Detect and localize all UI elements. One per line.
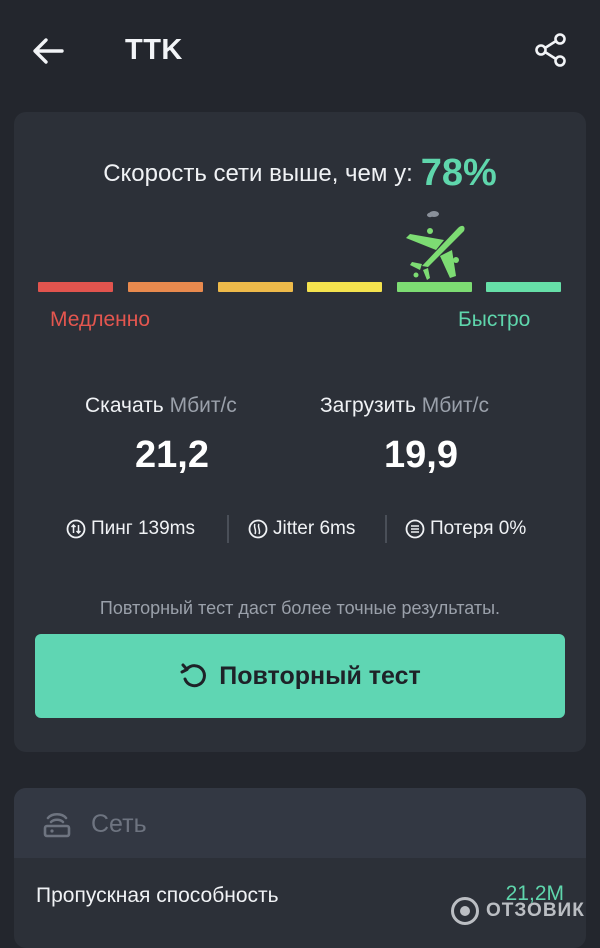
download-value: 21,2 — [135, 434, 209, 476]
upload-value: 19,9 — [384, 434, 458, 476]
speed-segment-1 — [38, 282, 113, 292]
plane-icon — [406, 211, 465, 280]
ping-text: Пинг 139ms — [91, 518, 195, 539]
upload-unit: Мбит/с — [421, 394, 489, 417]
network-title: Сеть — [91, 810, 147, 838]
slow-label: Медленно — [50, 308, 151, 331]
router-icon — [43, 812, 71, 838]
speed-percent: 78% — [420, 152, 497, 194]
loss-text: Потеря 0% — [430, 518, 527, 539]
ping-stat: Пинг 139ms — [66, 518, 195, 540]
network-card-header: Сеть — [14, 788, 586, 858]
download-unit: Мбит/с — [169, 394, 237, 417]
back-arrow-icon[interactable] — [30, 33, 66, 69]
speed-headline-text: Скорость сети выше, чем у: — [103, 160, 413, 187]
bandwidth-label: Пропускная способность — [36, 884, 279, 907]
share-icon[interactable] — [532, 31, 570, 69]
ping-icon — [66, 519, 86, 539]
retest-hint: Повторный тест даст более точные результ… — [99, 598, 501, 618]
refresh-icon — [180, 663, 207, 688]
speed-segment-3 — [218, 282, 293, 292]
stat-divider-1 — [227, 515, 229, 543]
fast-label: Быстро — [458, 308, 531, 331]
loss-stat: Потеря 0% — [405, 518, 526, 540]
page-title: TTK — [125, 34, 183, 66]
jitter-icon — [248, 519, 268, 539]
otzovik-watermark: ОТЗОВИК — [450, 896, 585, 926]
loss-icon — [405, 519, 425, 539]
speed-headline: Скорость сети выше, чем у: 78% — [14, 152, 586, 195]
jitter-stat: Jitter 6ms — [248, 518, 355, 540]
jitter-text: Jitter 6ms — [273, 518, 356, 539]
result-card: Скорость сети выше, чем у: 78% Медленно Б… — [14, 112, 586, 752]
retest-button[interactable]: Повторный тест — [35, 634, 565, 718]
watermark-logo-icon — [451, 897, 479, 925]
watermark-text: ОТЗОВИК — [486, 900, 585, 921]
speed-segment-2 — [128, 282, 203, 292]
top-bar: TTK — [0, 0, 600, 100]
upload-label: Загрузить Мбит/с — [320, 394, 489, 418]
speed-segment-6 — [486, 282, 561, 292]
speed-segment-5 — [397, 282, 472, 292]
upload-label-text: Загрузить — [320, 394, 416, 417]
stat-divider-2 — [385, 515, 387, 543]
download-label-text: Скачать — [85, 394, 164, 417]
retest-label: Повторный тест — [219, 661, 421, 690]
speed-segment-4 — [307, 282, 382, 292]
download-label: Скачать Мбит/с — [85, 394, 237, 418]
